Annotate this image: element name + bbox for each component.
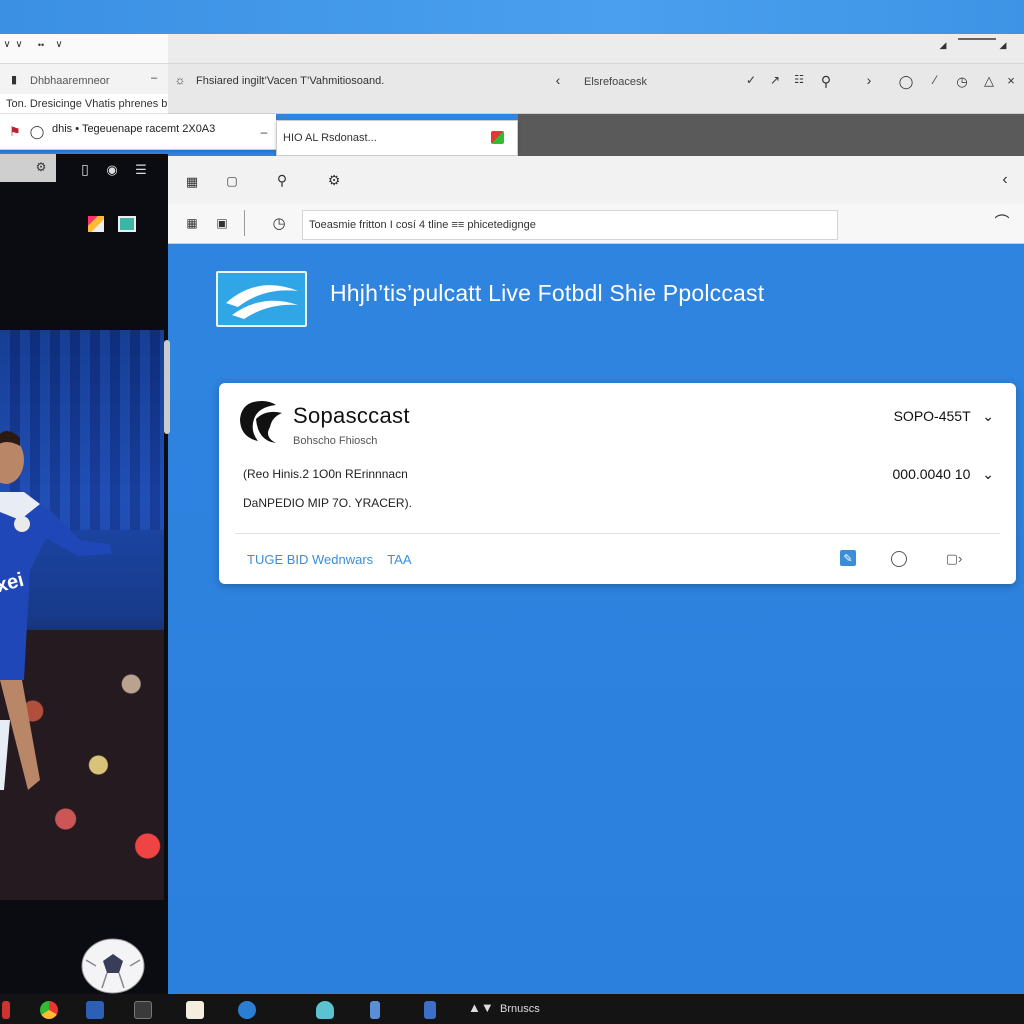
person-icon[interactable]: [370, 1001, 380, 1019]
phone-icon[interactable]: ▯: [78, 160, 92, 178]
calendar-icon[interactable]: ▦: [184, 216, 200, 230]
app-thumbnail-icon[interactable]: [88, 216, 104, 232]
start-icon[interactable]: [2, 1001, 10, 1019]
clock-icon[interactable]: ◷: [270, 214, 288, 232]
chat-icon[interactable]: ◯: [898, 73, 914, 89]
time-select-value: 000.0040 10: [892, 466, 971, 482]
edit-icon[interactable]: ✎: [840, 550, 856, 566]
footer-link[interactable]: TAA: [387, 552, 411, 567]
address-bar-text: Toeasmie fritton I cosí 4 tline ≡≡ phice…: [309, 219, 536, 231]
phone-icon[interactable]: [424, 1001, 436, 1019]
location-icon[interactable]: ⚲: [274, 172, 290, 188]
grid-icon[interactable]: ☷: [792, 73, 806, 87]
card-divider: [235, 533, 1000, 534]
browser-tab-title-2[interactable]: Elsrefoacesk: [584, 76, 647, 88]
episode-info-line: DaNPEDIO MIP 7O. YRACER).: [243, 496, 412, 510]
clock-icon[interactable]: ◷: [954, 73, 970, 89]
dots-icon[interactable]: ••: [36, 40, 46, 50]
popup-tab-label: Dhbhaaremneor: [30, 75, 110, 87]
share-icon[interactable]: ☰: [132, 160, 150, 178]
settings-icon[interactable]: ⚙: [34, 160, 48, 174]
browser-icon[interactable]: [40, 1001, 58, 1019]
time-select[interactable]: 000.0040 10 ⌄: [893, 466, 994, 483]
brand-subtitle: Bohscho Fhiosch: [293, 435, 378, 447]
chevron-down-icon: ⌄: [982, 408, 994, 424]
url-suggestion-popup[interactable]: HIO AL Rsdonast...: [276, 120, 518, 156]
taskbar-label: Brnuscs: [500, 1003, 540, 1015]
drop-icon[interactable]: [316, 1001, 334, 1019]
browser-tab-row: ☼ Fhsiared ingilt’Vacen T’Vahmitiosoand.…: [168, 64, 1024, 114]
brand-name: Sopasccast: [293, 403, 410, 428]
notes-icon[interactable]: [186, 1001, 204, 1019]
chevron-down-icon[interactable]: ∨: [14, 40, 24, 50]
app-thumbnail-icon[interactable]: [118, 216, 136, 232]
popup-row-text: dhis • Tegeuenape racemt 2X0A3: [52, 123, 216, 135]
brand-logo-icon: [240, 401, 282, 443]
user-icon[interactable]: [238, 1001, 256, 1019]
alert-icon[interactable]: △: [982, 73, 996, 87]
calendar-icon[interactable]: ▦: [184, 174, 200, 188]
side-panel-header: ⚙: [0, 154, 56, 182]
popup-tab[interactable]: ▮ Dhbhaaremneor –: [0, 64, 168, 98]
search-icon[interactable]: ⚲: [818, 73, 834, 89]
bookmark-icon: ▮: [10, 73, 18, 86]
desktop-background: [0, 0, 1024, 34]
record-icon[interactable]: [891, 551, 907, 567]
link-icon[interactable]: ↗: [768, 73, 782, 87]
minimize-icon[interactable]: –: [148, 72, 160, 84]
back-icon[interactable]: ‹: [552, 73, 564, 87]
back-icon[interactable]: ‹: [998, 172, 1012, 188]
side-panel-scrollbar[interactable]: [164, 340, 170, 434]
footer-link[interactable]: TUGE BID Wednwars: [247, 552, 373, 567]
restore-icon[interactable]: ◢: [938, 40, 948, 50]
files-icon[interactable]: [86, 1001, 104, 1019]
popup-menu-row[interactable]: ⚑ ◯ dhis • Tegeuenape racemt 2X0A3 –: [0, 114, 276, 150]
browser-tabstrip-shadow: [518, 114, 1024, 156]
minimize-icon[interactable]: –: [258, 126, 270, 138]
popup-titlebar: ∨ ∨ •• ∨: [0, 34, 168, 64]
browser-toolbar: ▦ ▢ ⚲ ⚙ ‹: [168, 156, 1024, 204]
chevron-down-icon[interactable]: ∨: [2, 40, 12, 50]
podcast-card: Sopasccast Bohscho Fhiosch SOPO-455T ⌄ (…: [219, 383, 1016, 584]
globe-icon: ☼: [174, 73, 186, 87]
browser-tab-title[interactable]: Fhsiared ingilt’Vacen T’Vahmitiosoand.: [196, 75, 384, 87]
chart-icon[interactable]: ▲▼: [468, 1000, 494, 1018]
site-favicon-icon: [491, 131, 504, 144]
next-icon[interactable]: ▢›: [939, 549, 969, 567]
refresh-icon[interactable]: ⌒: [994, 214, 1010, 230]
episode-select-value: SOPO-455T: [893, 408, 971, 424]
pin-icon[interactable]: ✓: [744, 73, 758, 87]
football-icon: [81, 938, 145, 994]
forward-icon[interactable]: ›: [862, 73, 876, 87]
toolbar-divider: [244, 210, 245, 236]
chevron-down-icon[interactable]: ∨: [54, 40, 64, 50]
chevron-down-icon: ⌄: [982, 466, 994, 482]
episode-select[interactable]: SOPO-455T ⌄: [894, 408, 994, 425]
flag-icon: ⚑: [9, 123, 21, 139]
podcast-logo: [216, 271, 307, 327]
card-footer-links: TUGE BID Wednwars TAA: [247, 552, 412, 567]
edit-icon[interactable]: ⁄: [928, 73, 942, 87]
window-icon[interactable]: ▢: [224, 174, 240, 188]
episode-info-line: (Reo Hinis.2 1O0n RErinnnacn: [243, 467, 408, 481]
camera-icon[interactable]: ◉: [104, 160, 120, 178]
browser-titlebar: ◢ ◢: [168, 34, 1024, 64]
taskbar: ▲▼ Brnuscs: [0, 994, 1024, 1024]
page-title: Hhjh’tis’pulcatt Live Fotbdl Shie Ppolcc…: [330, 280, 765, 306]
close-icon[interactable]: ×: [1004, 73, 1018, 87]
minimize-bar[interactable]: [958, 38, 996, 40]
footballer-figure: xei: [0, 431, 112, 790]
popup-menu-row-text: Ton. Dresicinge Vhatis phrenes bpoick: [6, 98, 194, 110]
footballer-photo: xei: [0, 330, 164, 900]
address-bar[interactable]: Toeasmie fritton I cosí 4 tline ≡≡ phice…: [302, 210, 838, 240]
close-icon[interactable]: ◢: [998, 40, 1008, 50]
url-suggestion-text: HIO AL Rsdonast...: [283, 132, 377, 144]
app-icon[interactable]: [134, 1001, 152, 1019]
user-icon: ◯: [29, 123, 45, 139]
settings-icon[interactable]: ⚙: [326, 172, 342, 188]
window-icon[interactable]: ▣: [214, 216, 230, 230]
